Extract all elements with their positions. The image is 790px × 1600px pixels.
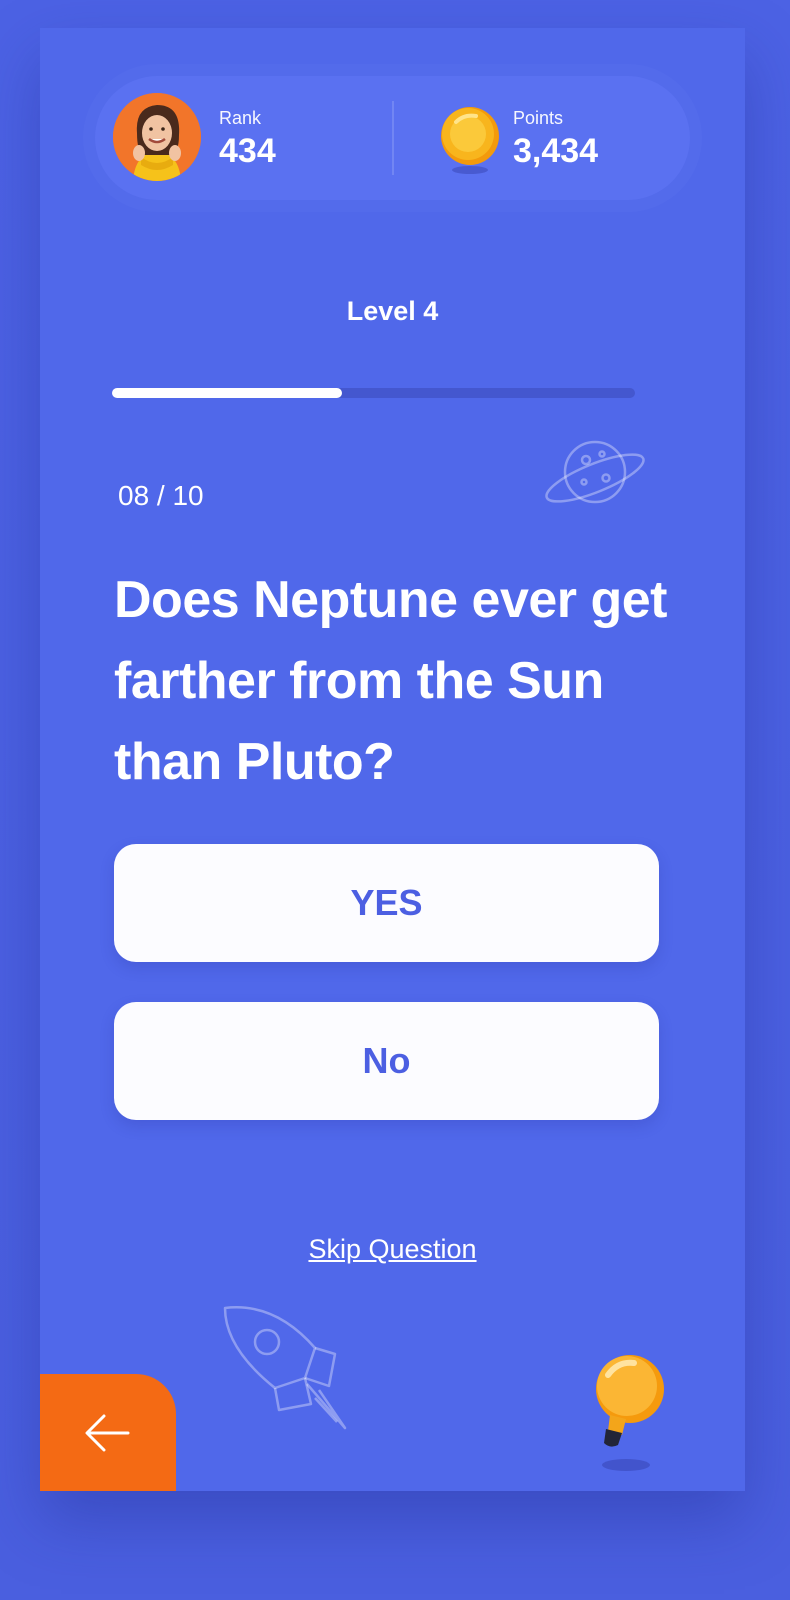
rank-value: 434 (219, 132, 276, 170)
player-stats-bar: Rank 434 Points 3,434 (95, 76, 690, 200)
answer-yes-button[interactable]: YES (114, 844, 659, 962)
back-button[interactable] (40, 1374, 176, 1491)
question-text: Does Neptune ever get farther from the S… (114, 571, 668, 791)
level-progress-fill (112, 388, 343, 398)
arrow-left-icon (85, 1414, 130, 1452)
skip-question-link[interactable]: Skip Question (40, 1234, 745, 1265)
user-avatar[interactable] (113, 93, 201, 181)
coin-icon (440, 106, 500, 174)
lightbulb-icon[interactable] (588, 1353, 668, 1478)
rocket-icon (215, 1298, 365, 1448)
stats-divider (392, 101, 394, 175)
app-backdrop: Rank 434 Points 3,434 Level 4 08 / 10 Do… (0, 0, 790, 1600)
answer-no-button[interactable]: No (114, 1002, 659, 1120)
planet-icon (540, 428, 650, 518)
level-title: Level 4 (346, 296, 439, 326)
rank-label: Rank (219, 108, 262, 128)
points-label: Points (513, 108, 564, 128)
points-value: 3,434 (513, 132, 599, 170)
quiz-screen: Rank 434 Points 3,434 Level 4 08 / 10 Do… (40, 28, 745, 1491)
level-progress-bar (112, 388, 635, 398)
question-counter: 08 / 10 (118, 480, 204, 511)
